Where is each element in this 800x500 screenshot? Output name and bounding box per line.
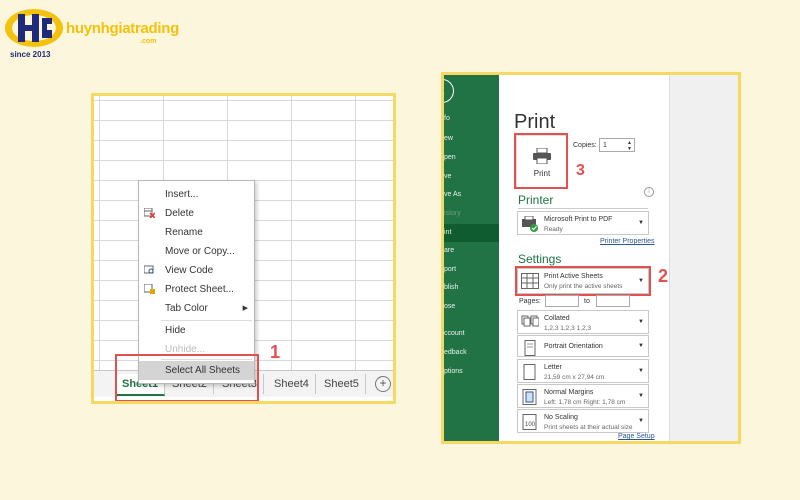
excel-print-screenshot: ← fo ew pen ve ve As istory int are port… [441, 72, 741, 444]
scaling-dropdown[interactable]: 100 No Scaling Print sheets at their act… [517, 409, 649, 433]
print-preview-area [669, 75, 738, 441]
nav-print[interactable]: int [444, 224, 499, 242]
logo-brand-text: huynhgiatrading [66, 20, 179, 37]
portrait-page-icon [524, 340, 536, 356]
submenu-arrow-icon: ▶ [242, 305, 248, 312]
step-2-highlight [515, 266, 651, 296]
nav-options[interactable]: ptions [444, 364, 499, 380]
section-divider [518, 208, 648, 209]
pdf-printer-icon [522, 216, 538, 232]
page-setup-link[interactable]: Page Setup [618, 433, 655, 440]
orientation-dropdown[interactable]: Portrait Orientation ▼ [517, 335, 649, 357]
nav-save[interactable]: ve [444, 169, 499, 185]
copies-input[interactable]: 1 ▲ ▼ [599, 138, 635, 152]
dropdown-caret-icon: ▼ [638, 368, 644, 374]
nav-history[interactable]: istory [444, 206, 499, 222]
step-2-label: 2 [658, 266, 669, 286]
logo-since-text: since 2013 [10, 50, 51, 59]
menu-item-rename[interactable]: Rename [139, 223, 254, 242]
logo-domain-text: .com [140, 38, 157, 45]
company-logo: huynhgiatrading .com since 2013 [4, 6, 179, 59]
step-1-label: 1 [270, 342, 281, 362]
nav-account[interactable]: ccount [444, 326, 499, 342]
margins-dropdown[interactable]: Normal Margins Left: 1,78 cm Right: 1,78… [517, 384, 649, 408]
backstage-sidebar: ← fo ew pen ve ve As istory int are port… [444, 75, 499, 441]
menu-item-tab-color[interactable]: Tab Color ▶ [139, 299, 254, 318]
dropdown-caret-icon: ▼ [638, 393, 644, 399]
dropdown-caret-icon: ▼ [638, 343, 644, 349]
menu-item-insert[interactable]: Insert... [139, 185, 254, 204]
scaling-icon: 100 [522, 414, 537, 430]
pages-label: Pages: [519, 298, 541, 305]
nav-feedback[interactable]: edback [444, 345, 499, 361]
print-settings-pane: Print Print 3 Copies: 1 ▲ ▼ Printer i Mi… [499, 75, 669, 441]
step-3-label: 3 [576, 162, 585, 179]
nav-open[interactable]: pen [444, 150, 499, 166]
step-1-highlight [115, 354, 259, 401]
info-icon[interactable]: i [644, 187, 654, 197]
nav-publish[interactable]: blish [444, 280, 499, 296]
margins-icon [522, 389, 537, 405]
delete-sheet-icon [144, 208, 155, 218]
sheet-tab-5[interactable]: Sheet5 [318, 374, 366, 394]
dropdown-caret-icon: ▼ [638, 220, 644, 226]
view-code-icon [144, 265, 154, 274]
nav-new[interactable]: ew [444, 131, 499, 147]
collated-pages-icon [521, 315, 539, 327]
sheet-tab-4[interactable]: Sheet4 [268, 374, 316, 394]
hg-monogram-icon [5, 9, 63, 47]
nav-save-as[interactable]: ve As [444, 187, 499, 203]
nav-share[interactable]: are [444, 243, 499, 259]
printer-dropdown[interactable]: Microsoft Print to PDF Ready ▼ [517, 211, 649, 235]
dropdown-caret-icon: ▼ [638, 418, 644, 424]
paper-size-icon [523, 364, 536, 380]
paper-size-dropdown[interactable]: Letter 21,59 cm x 27,94 cm ▼ [517, 359, 649, 383]
dropdown-caret-icon: ▼ [638, 319, 644, 325]
svg-text:100: 100 [525, 422, 536, 428]
menu-item-hide[interactable]: Hide [139, 321, 254, 340]
print-title: Print [514, 111, 556, 133]
settings-heading: Settings [518, 252, 562, 266]
menu-item-delete[interactable]: Delete [139, 204, 254, 223]
collation-dropdown[interactable]: Collated 1,2,3 1,2,3 1,2,3 ▼ [517, 310, 649, 334]
pages-from-input[interactable] [545, 295, 579, 307]
menu-item-move-copy[interactable]: Move or Copy... [139, 242, 254, 261]
printer-heading: Printer [518, 193, 554, 207]
nav-export[interactable]: port [444, 262, 499, 278]
nav-close[interactable]: ose [444, 299, 499, 315]
menu-item-protect-sheet[interactable]: Protect Sheet... [139, 280, 254, 299]
back-arrow-icon[interactable]: ← [444, 79, 454, 103]
add-sheet-icon[interactable]: + [375, 376, 391, 392]
protect-sheet-icon [144, 284, 155, 294]
copies-label: Copies: [573, 142, 597, 149]
menu-item-view-code[interactable]: View Code [139, 261, 254, 280]
excel-sheet-screenshot: Sheet1 Sheet2 Sheet3 Sheet4 Sheet5 + Ins… [91, 93, 396, 404]
nav-info[interactable]: fo [444, 111, 499, 127]
step-3-highlight [514, 133, 568, 189]
printer-properties-link[interactable]: Printer Properties [600, 238, 654, 245]
spin-down-icon[interactable]: ▼ [627, 146, 632, 152]
pages-to-label: to [584, 298, 590, 305]
pages-to-input[interactable] [596, 295, 630, 307]
